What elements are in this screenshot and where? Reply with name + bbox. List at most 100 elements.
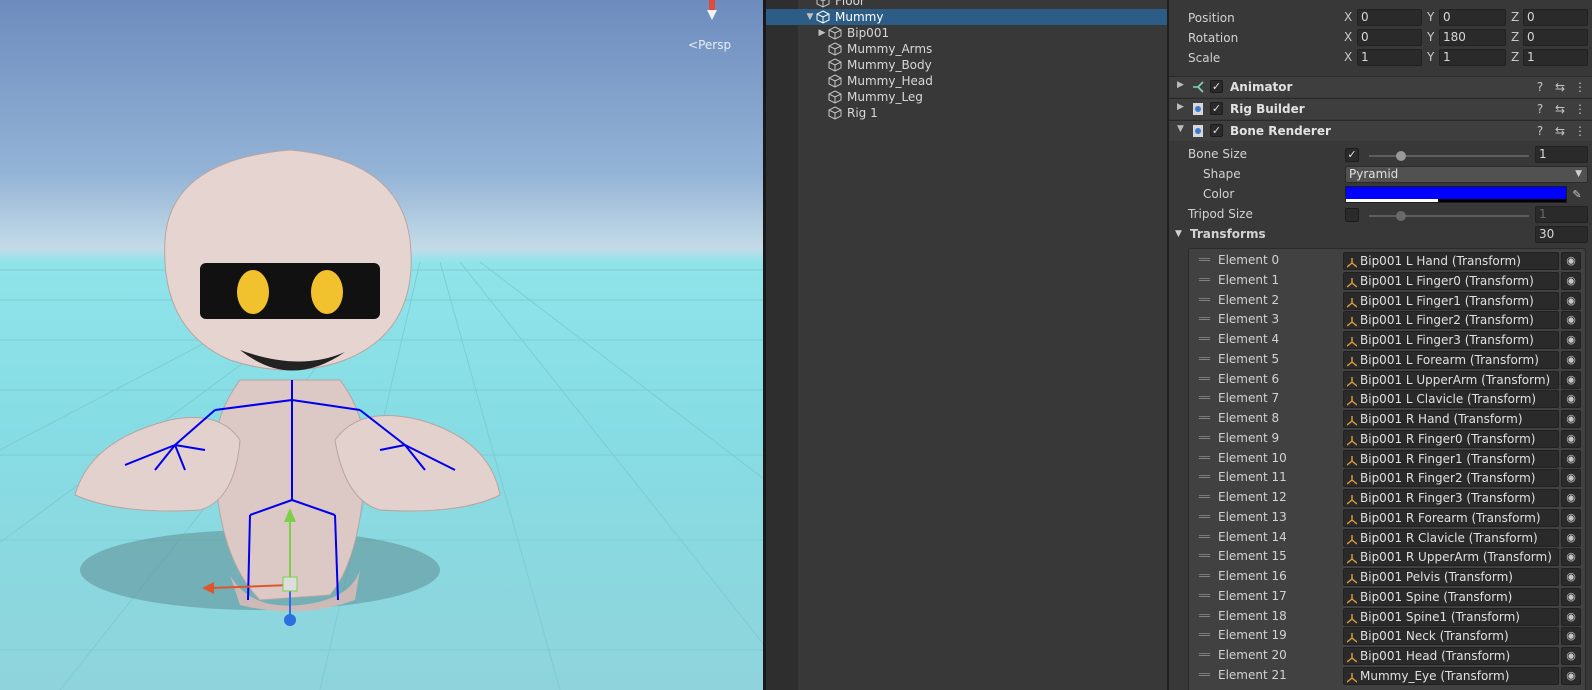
rotation-y-field[interactable]: 180 xyxy=(1439,29,1506,46)
drag-handle-icon[interactable]: ══ xyxy=(1199,433,1210,444)
component-enabled-checkbox[interactable]: ✓ xyxy=(1210,80,1223,93)
presets-icon[interactable]: ⇆ xyxy=(1554,102,1566,116)
help-icon[interactable]: ? xyxy=(1534,102,1546,116)
help-icon[interactable]: ? xyxy=(1534,124,1546,138)
transform-object-field[interactable]: Bip001 L Finger1 (Transform) xyxy=(1343,291,1559,310)
transform-object-field[interactable]: Bip001 L Forearm (Transform) xyxy=(1343,350,1559,369)
bone-size-slider-track[interactable] xyxy=(1369,155,1529,157)
transform-object-field[interactable]: Bip001 Pelvis (Transform) xyxy=(1343,568,1559,586)
drag-handle-icon[interactable]: ══ xyxy=(1199,314,1210,325)
transform-object-field[interactable]: Bip001 L Hand (Transform) xyxy=(1343,252,1559,270)
object-picker-icon[interactable]: ◉ xyxy=(1561,429,1581,448)
hierarchy-item[interactable]: Mummy_Body xyxy=(766,57,1167,73)
component-enabled-checkbox[interactable]: ✓ xyxy=(1210,124,1223,137)
tripod-size-checkbox[interactable] xyxy=(1345,208,1359,222)
hierarchy-item[interactable]: Rig 1 xyxy=(766,105,1167,121)
object-picker-icon[interactable]: ◉ xyxy=(1561,390,1581,409)
foldout-arrow-icon[interactable]: ▼ xyxy=(1177,124,1184,134)
object-picker-icon[interactable]: ◉ xyxy=(1561,568,1581,586)
eyedropper-icon[interactable]: ✎ xyxy=(1569,186,1585,203)
scale-y-field[interactable]: 1 xyxy=(1439,49,1506,66)
position-z-field[interactable]: 0 xyxy=(1523,9,1588,26)
component-header-rig-builder[interactable]: ▶ ✓ Rig Builder ? ⇆ ⋮ xyxy=(1169,98,1592,119)
transform-object-field[interactable]: Bip001 L Finger2 (Transform) xyxy=(1343,311,1559,330)
transform-object-field[interactable]: Bip001 Head (Transform) xyxy=(1343,647,1559,665)
transform-object-field[interactable]: Bip001 R Finger2 (Transform) xyxy=(1343,469,1559,488)
persp-label[interactable]: <Persp xyxy=(688,38,731,52)
object-picker-icon[interactable]: ◉ xyxy=(1561,311,1581,330)
transform-object-field[interactable]: Bip001 R Hand (Transform) xyxy=(1343,410,1559,428)
foldout-arrow-icon[interactable]: ▶ xyxy=(1177,80,1184,90)
object-picker-icon[interactable]: ◉ xyxy=(1561,508,1581,527)
scale-x-field[interactable]: 1 xyxy=(1357,49,1422,66)
drag-handle-icon[interactable]: ══ xyxy=(1199,472,1210,483)
rotation-z-field[interactable]: 0 xyxy=(1523,29,1588,46)
transform-object-field[interactable]: Bip001 R Forearm (Transform) xyxy=(1343,508,1559,527)
object-picker-icon[interactable]: ◉ xyxy=(1561,350,1581,369)
drag-handle-icon[interactable]: ══ xyxy=(1199,393,1210,404)
object-picker-icon[interactable]: ◉ xyxy=(1561,449,1581,468)
color-field[interactable] xyxy=(1345,186,1567,203)
help-icon[interactable]: ? xyxy=(1534,80,1546,94)
shape-dropdown[interactable]: Pyramid ▼ xyxy=(1345,166,1588,183)
object-picker-icon[interactable]: ◉ xyxy=(1561,607,1581,626)
object-picker-icon[interactable]: ◉ xyxy=(1561,548,1581,567)
hierarchy-item[interactable]: Mummy_Arms xyxy=(766,41,1167,57)
transform-object-field[interactable]: Bip001 Spine1 (Transform) xyxy=(1343,607,1559,626)
drag-handle-icon[interactable]: ══ xyxy=(1199,512,1210,523)
scene-orientation-gizmo-icon[interactable] xyxy=(705,0,719,20)
transforms-header-row[interactable]: ▼ Transforms 30 xyxy=(1169,225,1592,245)
tripod-size-slider-thumb[interactable] xyxy=(1396,211,1406,221)
object-picker-icon[interactable]: ◉ xyxy=(1561,252,1581,270)
transform-object-field[interactable]: Bip001 Neck (Transform) xyxy=(1343,627,1559,646)
position-y-field[interactable]: 0 xyxy=(1439,9,1506,26)
presets-icon[interactable]: ⇆ xyxy=(1554,124,1566,138)
context-menu-icon[interactable]: ⋮ xyxy=(1574,102,1586,116)
drag-handle-icon[interactable]: ══ xyxy=(1199,532,1210,543)
transform-object-field[interactable]: Bip001 L UpperArm (Transform) xyxy=(1343,370,1559,389)
component-enabled-checkbox[interactable]: ✓ xyxy=(1210,102,1223,115)
drag-handle-icon[interactable]: ══ xyxy=(1199,611,1210,622)
foldout-arrow-icon[interactable]: ▼ xyxy=(1175,229,1182,239)
drag-handle-icon[interactable]: ══ xyxy=(1199,591,1210,602)
context-menu-icon[interactable]: ⋮ xyxy=(1574,124,1586,138)
hierarchy-item[interactable]: Floor xyxy=(766,0,1167,9)
component-header-animator[interactable]: ▶ ✓ Animator ? ⇆ ⋮ xyxy=(1169,76,1592,97)
transform-object-field[interactable]: Bip001 R Finger0 (Transform) xyxy=(1343,429,1559,448)
drag-handle-icon[interactable]: ══ xyxy=(1199,492,1210,503)
context-menu-icon[interactable]: ⋮ xyxy=(1574,80,1586,94)
object-picker-icon[interactable]: ◉ xyxy=(1561,489,1581,507)
hierarchy-item[interactable]: ▼ Mummy xyxy=(766,9,1167,25)
chevron-right-icon[interactable]: ▶ xyxy=(816,28,828,38)
object-picker-icon[interactable]: ◉ xyxy=(1561,291,1581,310)
object-picker-icon[interactable]: ◉ xyxy=(1561,647,1581,665)
transform-object-field[interactable]: Bip001 R UpperArm (Transform) xyxy=(1343,548,1559,567)
bone-size-value-field[interactable]: 1 xyxy=(1535,146,1588,163)
tripod-size-slider-track[interactable] xyxy=(1369,215,1529,217)
drag-handle-icon[interactable]: ══ xyxy=(1199,453,1210,464)
presets-icon[interactable]: ⇆ xyxy=(1554,80,1566,94)
transform-object-field[interactable]: Bip001 Spine (Transform) xyxy=(1343,587,1559,606)
bone-size-checkbox[interactable]: ✓ xyxy=(1345,148,1359,162)
drag-handle-icon[interactable]: ══ xyxy=(1199,374,1210,385)
drag-handle-icon[interactable]: ══ xyxy=(1199,255,1210,266)
hierarchy-item[interactable]: Mummy_Head xyxy=(766,73,1167,89)
object-picker-icon[interactable]: ◉ xyxy=(1561,331,1581,349)
object-picker-icon[interactable]: ◉ xyxy=(1561,370,1581,389)
drag-handle-icon[interactable]: ══ xyxy=(1199,354,1210,365)
transform-object-field[interactable]: Bip001 R Clavicle (Transform) xyxy=(1343,528,1559,547)
object-picker-icon[interactable]: ◉ xyxy=(1561,271,1581,290)
drag-handle-icon[interactable]: ══ xyxy=(1199,571,1210,582)
object-picker-icon[interactable]: ◉ xyxy=(1561,666,1581,685)
drag-handle-icon[interactable]: ══ xyxy=(1199,295,1210,306)
transforms-size-field[interactable]: 30 xyxy=(1535,226,1588,243)
position-x-field[interactable]: 0 xyxy=(1357,9,1422,26)
object-picker-icon[interactable]: ◉ xyxy=(1561,627,1581,646)
object-picker-icon[interactable]: ◉ xyxy=(1561,469,1581,488)
transform-object-field[interactable]: Mummy_Eye (Transform) xyxy=(1343,666,1559,685)
object-picker-icon[interactable]: ◉ xyxy=(1561,528,1581,547)
drag-handle-icon[interactable]: ══ xyxy=(1199,275,1210,286)
transform-object-field[interactable]: Bip001 L Finger0 (Transform) xyxy=(1343,271,1559,290)
chevron-down-icon[interactable]: ▼ xyxy=(804,12,816,22)
drag-handle-icon[interactable]: ══ xyxy=(1199,413,1210,424)
